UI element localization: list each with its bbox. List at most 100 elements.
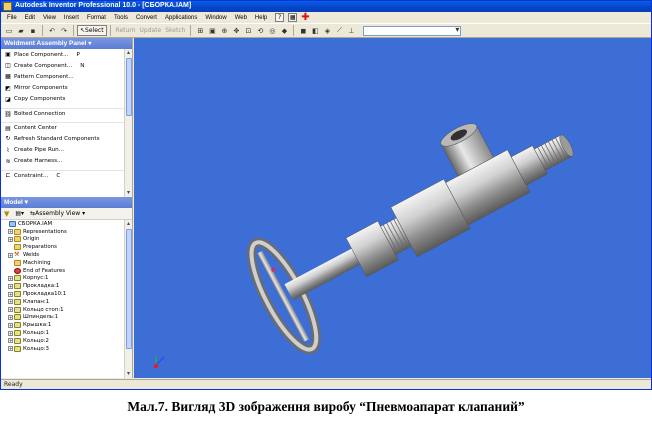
zoom-selected-icon[interactable]: ⊡ (243, 26, 253, 36)
model-panel-header[interactable]: Model ▾ (1, 197, 132, 208)
expand-toggle-icon[interactable]: + (8, 330, 13, 336)
filter-icon[interactable]: ▼ (4, 210, 9, 218)
scrollbar-thumb[interactable] (126, 229, 132, 349)
command-item[interactable]: ◫ Create Component... N (1, 60, 132, 71)
select-button[interactable]: ↖ Select (77, 25, 107, 36)
display-style-icon[interactable]: ◼ (298, 26, 308, 36)
pan-icon[interactable]: ✥ (231, 26, 241, 36)
tree-scrollbar[interactable]: ▴ ▾ (124, 220, 132, 378)
grid-icon[interactable]: ▦ (288, 13, 298, 22)
expand-toggle-icon[interactable]: + (8, 299, 13, 305)
rotate-icon[interactable]: ⟲ (255, 26, 265, 36)
command-item[interactable]: ⛓ Bolted Connection (1, 107, 132, 119)
tree-node[interactable]: Machining (1, 259, 132, 267)
command-item[interactable]: ▦ Pattern Component... (1, 71, 132, 82)
menu-applications[interactable]: Applications (161, 15, 201, 21)
shaded-display-icon[interactable]: ◆ (279, 26, 289, 36)
command-item[interactable]: ⊏ Constraint... C (1, 169, 132, 181)
expand-toggle-icon[interactable]: + (8, 275, 13, 281)
redo-icon[interactable]: ↷ (59, 26, 69, 36)
expand-icon[interactable]: ▤▾ (15, 210, 24, 217)
tree-node[interactable]: + Representations (1, 228, 132, 236)
expand-toggle-icon[interactable]: + (8, 346, 13, 352)
color-icon[interactable]: ◈ (322, 26, 332, 36)
graphics-viewport[interactable] (134, 38, 651, 378)
part-icon (14, 283, 21, 290)
expand-toggle-icon[interactable]: + (8, 291, 13, 297)
command-item[interactable]: ⌇ Create Pipe Run... (1, 145, 132, 156)
tree-node[interactable]: End of Features (1, 267, 132, 275)
menu-edit[interactable]: Edit (21, 15, 39, 21)
section-icon[interactable]: ⟋ (334, 26, 344, 36)
tree-node[interactable]: + Шпиндель:1 (1, 314, 132, 322)
menu-web[interactable]: Web (231, 15, 251, 21)
zoom-window-icon[interactable]: ▣ (207, 26, 217, 36)
look-at-icon[interactable]: ◎ (267, 26, 277, 36)
command-item[interactable]: ▣ Place Component... P (1, 49, 132, 60)
command-item[interactable]: ↻ Refresh Standard Components (1, 133, 132, 144)
menu-view[interactable]: View (39, 15, 60, 21)
scroll-up-arrow-icon[interactable]: ▴ (125, 49, 132, 57)
return-button[interactable]: Return (116, 27, 136, 34)
menu-format[interactable]: Format (83, 15, 110, 21)
help-question-icon[interactable]: ? (275, 13, 285, 22)
zoom-icon[interactable]: ⊕ (219, 26, 229, 36)
expand-toggle-icon[interactable]: + (8, 236, 13, 242)
command-item[interactable]: ◩ Mirror Components (1, 83, 132, 94)
valve-3d-model[interactable] (134, 38, 651, 378)
expand-toggle-icon[interactable]: + (8, 229, 13, 235)
menu-file[interactable]: File (3, 15, 21, 21)
tree-node[interactable]: + Кольцо стоп:1 (1, 306, 132, 314)
expand-toggle-icon[interactable]: + (8, 252, 13, 258)
weldment-panel-header[interactable]: Weldment Assembly Panel ▾ (1, 38, 132, 49)
tree-node[interactable]: + Кольцо:1 (1, 329, 132, 337)
tree-node[interactable]: + ⚒ Welds (1, 251, 132, 259)
menu-convert[interactable]: Convert (132, 15, 161, 21)
zoom-all-icon[interactable]: ⊞ (195, 26, 205, 36)
expand-toggle-icon[interactable]: + (8, 307, 13, 313)
tree-node[interactable]: + Кольцо:3 (1, 345, 132, 353)
menu-insert[interactable]: Insert (60, 15, 83, 21)
chevron-down-icon[interactable]: ▾ (23, 199, 28, 206)
tree-node[interactable]: + Origin (1, 236, 132, 244)
save-icon[interactable]: ▪ (28, 26, 38, 36)
menu-window[interactable]: Window (201, 15, 230, 21)
command-label: Copy Components (14, 96, 66, 103)
tree-node[interactable]: Preparations (1, 243, 132, 251)
tree-node[interactable]: + Крышка:1 (1, 321, 132, 329)
measure-icon[interactable]: ⊥ (346, 26, 356, 36)
command-item[interactable]: ≋ Create Harness... (1, 156, 132, 167)
expand-toggle-icon[interactable]: + (8, 283, 13, 289)
command-icon: ◪ (5, 95, 11, 103)
scroll-down-arrow-icon[interactable]: ▾ (125, 189, 132, 197)
scrollbar-thumb[interactable] (126, 58, 132, 116)
menu-tools[interactable]: Tools (110, 15, 132, 21)
tree-node[interactable]: СБОРКА.IAM (1, 220, 132, 228)
sketch-button[interactable]: Sketch (165, 27, 185, 34)
chevron-down-icon[interactable]: ▾ (88, 41, 91, 47)
expand-toggle-icon[interactable]: + (8, 314, 13, 320)
panel-scrollbar[interactable]: ▴ ▾ (124, 49, 132, 197)
undo-icon[interactable]: ↶ (47, 26, 57, 36)
command-item[interactable]: ◪ Copy Components (1, 94, 132, 105)
tree-node[interactable]: + Прокладка:1 (1, 282, 132, 290)
tree-node[interactable]: + Корпус:1 (1, 275, 132, 283)
tree-node[interactable]: + Кольцо:2 (1, 337, 132, 345)
update-button[interactable]: Update (139, 27, 161, 34)
status-bar: Ready (1, 379, 651, 389)
color-style-dropdown[interactable] (363, 25, 462, 36)
expand-toggle-icon[interactable]: + (8, 322, 13, 328)
assembly-view-dropdown[interactable]: ⇆Assembly View ▾ (30, 210, 85, 217)
title-bar[interactable]: Autodesk Inventor Professional 10.0 - [С… (1, 1, 651, 12)
scroll-up-arrow-icon[interactable]: ▴ (125, 220, 132, 228)
tree-node[interactable]: + Прокладка10:1 (1, 290, 132, 298)
expand-toggle-icon[interactable]: + (8, 338, 13, 344)
menu-help[interactable]: Help (251, 15, 271, 21)
tree-node[interactable]: + Клапан:1 (1, 298, 132, 306)
new-file-icon[interactable]: ▭ (4, 26, 14, 36)
open-folder-icon[interactable]: ▰ (16, 26, 26, 36)
scroll-down-arrow-icon[interactable]: ▾ (125, 370, 132, 378)
camera-icon[interactable]: ◧ (310, 26, 320, 36)
command-item[interactable]: ▤ Content Center (1, 122, 132, 133)
red-plus-icon[interactable]: ✚ (301, 13, 309, 23)
